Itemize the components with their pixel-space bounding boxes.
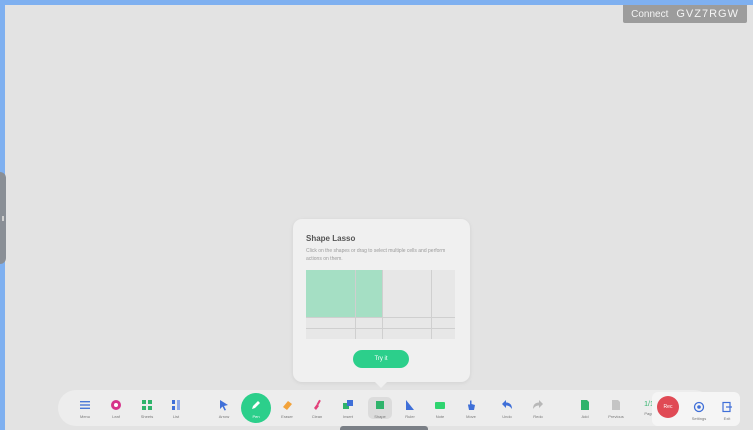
toolbar-label: Eraser — [281, 414, 293, 419]
bottom-toolbar: Menu Leaf Sheets List Arrow Pen Eraser C… — [58, 390, 712, 426]
toolbar-label: Move — [466, 414, 476, 419]
toolbar-eraser[interactable]: Eraser — [274, 390, 300, 426]
grid-icon — [142, 400, 152, 410]
exit-button[interactable]: Exit — [714, 392, 740, 428]
menu-icon — [80, 401, 90, 409]
toolbar-note[interactable]: Note — [427, 390, 453, 426]
toolbar-label: Arrow — [218, 414, 230, 419]
connect-badge[interactable]: Connect GVZ7RGW — [623, 5, 747, 23]
toolbar-shape[interactable]: Shape — [367, 390, 393, 426]
toolbar-add-page[interactable]: Add — [572, 390, 598, 426]
toolbar-label: Redo — [533, 414, 543, 419]
square-icon — [376, 401, 384, 409]
toolbar-clean[interactable]: Clean — [304, 390, 330, 426]
leaf-icon — [111, 400, 121, 410]
cursor-icon — [220, 400, 228, 411]
toolbar-label: Pen — [252, 414, 260, 419]
redo-icon — [533, 400, 543, 409]
popup-description: Click on the shapes or drag to select mu… — [306, 248, 446, 262]
toolbar-sheets[interactable]: Sheets — [134, 390, 160, 426]
toolbar-label: Menu — [79, 414, 90, 419]
bottom-drawer-handle[interactable] — [340, 426, 428, 430]
toolbar-menu[interactable]: Menu — [72, 390, 98, 426]
list-icon — [172, 400, 180, 410]
toolbar-label: Previous — [608, 414, 624, 419]
selected-cell-highlight — [306, 270, 382, 318]
connect-label: Connect — [631, 8, 669, 20]
try-it-button[interactable]: Try it — [353, 350, 409, 368]
hand-icon — [468, 400, 475, 410]
toolbar-list[interactable]: List — [163, 390, 189, 426]
toolbar-label: Ruler — [405, 414, 415, 419]
toolbar-label: Insert — [342, 414, 353, 419]
note-icon — [435, 402, 445, 409]
toolbar-redo[interactable]: Redo — [525, 390, 551, 426]
toolbar-label: Add — [581, 414, 589, 419]
toolbar-undo[interactable]: Undo — [494, 390, 520, 426]
exit-icon — [722, 401, 732, 413]
toolbar-label: Undo — [502, 414, 512, 419]
record-button[interactable]: Rec — [657, 396, 679, 418]
toolbar-previous[interactable]: Previous — [603, 390, 629, 426]
side-drawer-handle[interactable] — [0, 172, 6, 264]
prev-page-icon — [612, 400, 620, 410]
toolbar-move[interactable]: Move — [458, 390, 484, 426]
feature-tip-popup: Shape Lasso Click on the shapes or drag … — [293, 219, 470, 388]
insert-icon — [343, 400, 353, 409]
toolbar-label: Sheets — [140, 414, 154, 419]
undo-icon — [502, 400, 512, 409]
settings-label: Settings — [691, 416, 707, 421]
popup-preview-image — [306, 270, 455, 339]
toolbar-pen[interactable]: Pen — [243, 390, 269, 426]
pen-icon — [252, 401, 260, 409]
toolbar-label: List — [172, 414, 180, 419]
popup-title: Shape Lasso — [306, 234, 356, 243]
toolbar-label: Note — [435, 414, 445, 419]
toolbar-leaf[interactable]: Leaf — [103, 390, 129, 426]
connect-code: GVZ7RGW — [676, 8, 739, 20]
brush-icon — [314, 399, 321, 410]
toolbar-insert[interactable]: Insert — [335, 390, 361, 426]
settings-button[interactable]: Settings — [686, 392, 712, 428]
toolbar-label: Clean — [311, 414, 323, 419]
toolbar-arrow[interactable]: Arrow — [211, 390, 237, 426]
toolbar-label: Leaf — [112, 414, 120, 419]
toolbar-ruler[interactable]: Ruler — [397, 390, 423, 426]
ruler-icon — [406, 400, 414, 410]
exit-label: Exit — [723, 416, 731, 421]
toolbar-label: Shape — [374, 414, 386, 419]
gear-icon — [693, 401, 705, 413]
add-page-icon — [581, 400, 589, 410]
eraser-icon — [283, 401, 292, 410]
